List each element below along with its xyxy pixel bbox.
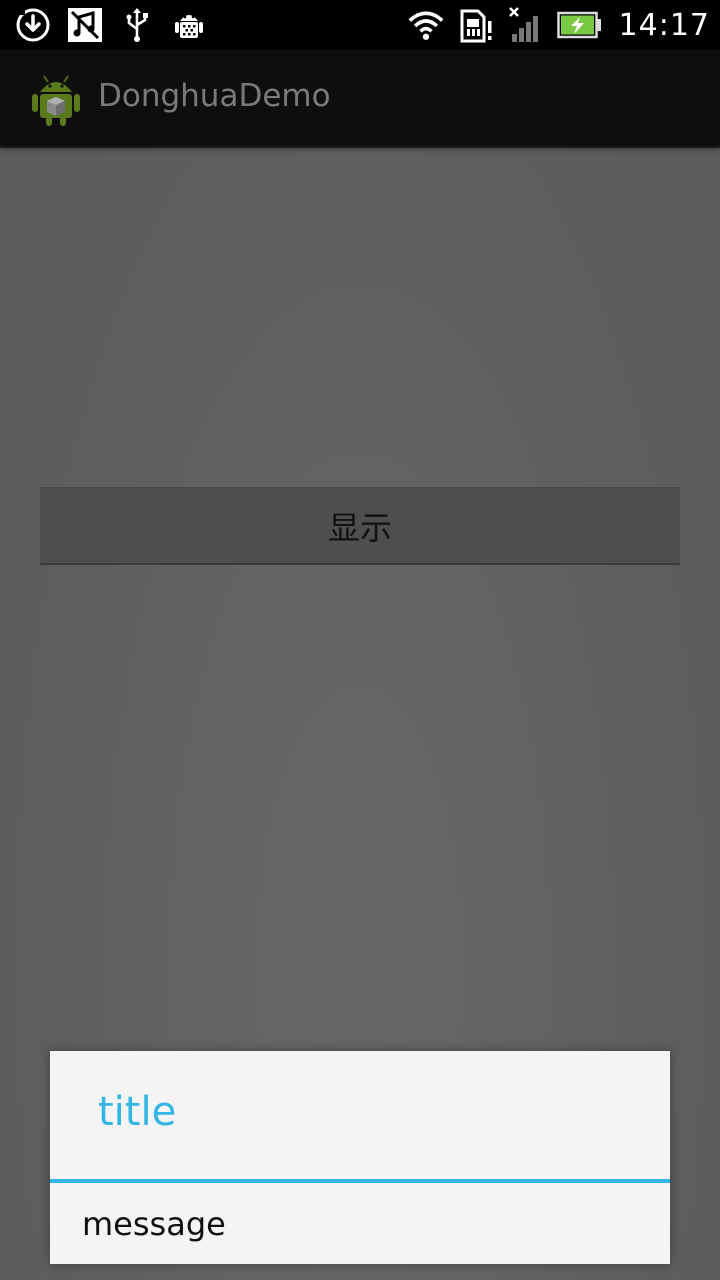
dialog-divider [50, 1179, 670, 1183]
status-left-icons [14, 6, 208, 44]
usb-icon [118, 6, 156, 44]
action-bar: DonghuaDemo [0, 50, 720, 148]
battery-charging-icon [556, 6, 603, 44]
status-bar: 14:17 [0, 0, 720, 50]
dialog-message: message [82, 1205, 226, 1243]
sim-card-alert-icon [457, 6, 495, 44]
status-right-icons: 14:17 [407, 6, 710, 44]
status-clock: 14:17 [618, 7, 710, 43]
show-button[interactable]: 显示 [40, 487, 680, 565]
screen: 14:17 DonghuaDemo 显示 title message [0, 0, 720, 1280]
android-debug-icon [170, 6, 208, 44]
android-app-icon[interactable] [30, 70, 82, 128]
music-off-icon [66, 6, 104, 44]
wifi-icon [407, 6, 445, 44]
app-title: DonghuaDemo [98, 78, 331, 114]
download-icon [14, 6, 52, 44]
dialog-title: title [98, 1089, 177, 1135]
alert-dialog: title message [50, 1051, 670, 1264]
signal-no-service-icon [507, 6, 545, 44]
